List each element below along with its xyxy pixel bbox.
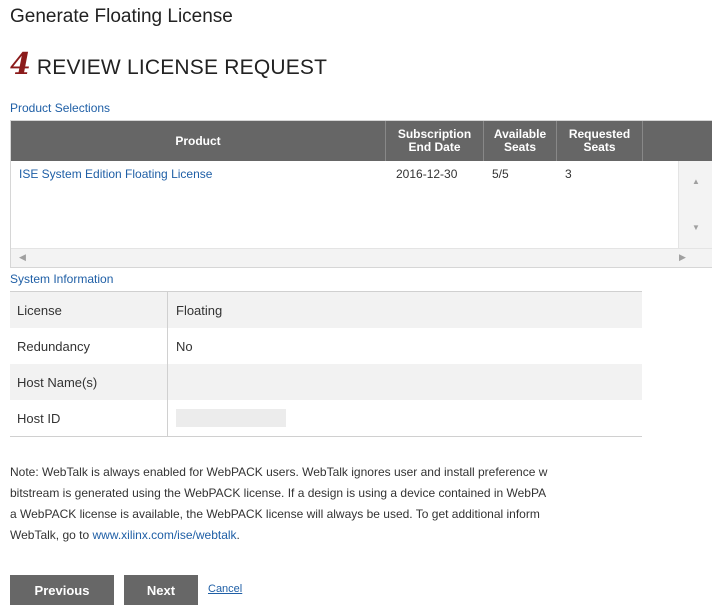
redundancy-value: No bbox=[176, 338, 193, 354]
table-row: Host Name(s) bbox=[10, 364, 642, 400]
license-value: Floating bbox=[176, 302, 223, 318]
column-header-available-seats[interactable]: Available Seats bbox=[484, 121, 557, 161]
table-row: License Floating bbox=[10, 292, 642, 328]
previous-button[interactable]: Previous bbox=[10, 575, 114, 605]
note-line: a WebPACK license is available, the WebP… bbox=[10, 507, 540, 521]
webtalk-note: Note: WebTalk is always enabled for WebP… bbox=[10, 462, 712, 546]
column-header-line: End Date bbox=[408, 140, 461, 154]
cancel-link[interactable]: Cancel bbox=[208, 583, 242, 595]
note-line: Note: WebTalk is always enabled for WebP… bbox=[10, 465, 548, 479]
column-header-line: Seats bbox=[583, 140, 616, 154]
step-number: 4 bbox=[10, 47, 31, 82]
column-header-subscription-end-date[interactable]: Subscription End Date bbox=[386, 121, 484, 161]
note-line: bitstream is generated using the WebPACK… bbox=[10, 486, 547, 500]
horizontal-scrollbar[interactable]: ◀ ▶ bbox=[11, 248, 712, 267]
redundancy-key: Redundancy bbox=[10, 328, 168, 364]
product-cell[interactable]: ISE System Edition Floating License bbox=[11, 167, 386, 181]
webtalk-link[interactable]: www.xilinx.com/ise/webtalk bbox=[93, 528, 237, 542]
grid-header: Product Subscription End Date Available Se… bbox=[11, 121, 712, 161]
column-header-extra bbox=[643, 121, 712, 161]
product-selections-label: Product Selections bbox=[10, 101, 111, 115]
system-information-label: System Information bbox=[10, 272, 114, 286]
table-row: Host ID bbox=[10, 400, 642, 436]
step-heading: 4 REVIEW LICENSE REQUEST bbox=[10, 50, 327, 80]
product-grid: Product Subscription End Date Available Se… bbox=[10, 120, 712, 268]
grid-body: ISE System Edition Floating License 2016… bbox=[11, 161, 677, 249]
column-header-product[interactable]: Product bbox=[11, 121, 386, 161]
note-text: . bbox=[236, 528, 240, 542]
end-date-cell: 2016-12-30 bbox=[396, 167, 458, 181]
page-title: Generate Floating License bbox=[10, 6, 233, 27]
table-row[interactable]: ISE System Edition Floating License 2016… bbox=[11, 161, 677, 187]
scroll-down-icon[interactable]: ▼ bbox=[692, 223, 700, 232]
next-button[interactable]: Next bbox=[124, 575, 198, 605]
product-link[interactable]: ISE System Edition Floating License bbox=[19, 167, 212, 181]
host-names-key: Host Name(s) bbox=[10, 364, 168, 400]
column-header-line: Seats bbox=[503, 140, 537, 154]
scroll-left-icon[interactable]: ◀ bbox=[19, 252, 26, 263]
available-seats-cell: 5/5 bbox=[492, 167, 509, 181]
host-id-value bbox=[168, 409, 286, 427]
host-id-redacted bbox=[176, 409, 286, 427]
host-id-key: Host ID bbox=[10, 400, 168, 436]
system-information-table: License Floating Redundancy No Host Name… bbox=[10, 291, 642, 437]
column-header-requested-seats[interactable]: Requested Seats bbox=[557, 121, 643, 161]
scroll-right-icon[interactable]: ▶ bbox=[679, 252, 686, 263]
license-key: License bbox=[10, 292, 168, 328]
table-row: Redundancy No bbox=[10, 328, 642, 364]
note-line: WebTalk, go to www.xilinx.com/ise/webtal… bbox=[10, 525, 712, 546]
column-header-line: Requested bbox=[568, 127, 631, 141]
requested-seats-cell: 3 bbox=[565, 167, 572, 181]
note-text: WebTalk, go to bbox=[10, 528, 93, 542]
scroll-up-icon[interactable]: ▲ bbox=[692, 177, 700, 186]
vertical-scrollbar[interactable]: ▲ ▼ bbox=[678, 161, 712, 249]
column-header-line: Subscription bbox=[397, 127, 472, 141]
column-header-line: Available bbox=[493, 127, 547, 141]
step-title: REVIEW LICENSE REQUEST bbox=[36, 56, 328, 79]
